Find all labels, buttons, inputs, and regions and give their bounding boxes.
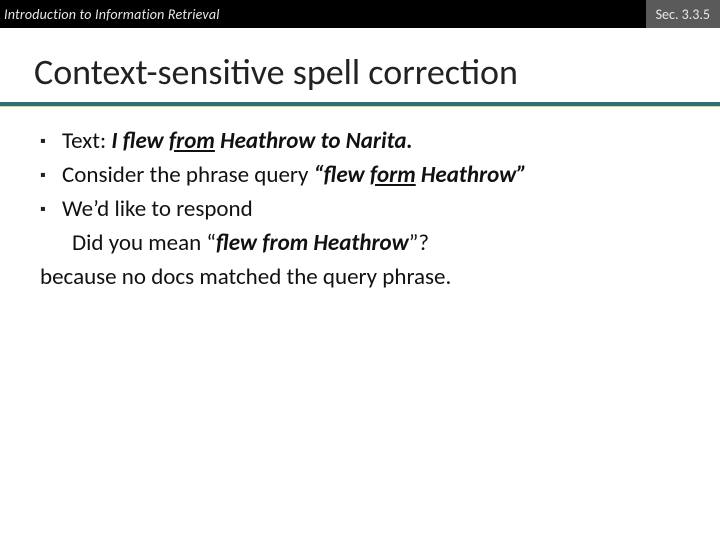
response-line: Did you mean “flew from Heathrow”? [40, 229, 680, 259]
course-title: Introduction to Information Retrieval [0, 6, 220, 23]
bullet-item: ▪ Consider the phrase query “flew form H… [40, 161, 680, 191]
text: ”? [409, 229, 429, 257]
bullet-item: ▪ Text: I flew from Heathrow to Narita. [40, 127, 680, 157]
text-italic-bold: I flew [111, 127, 169, 155]
text: Did you mean “ [72, 229, 216, 257]
bullet-marker: ▪ [40, 161, 62, 187]
bullet-text: We’d like to respond [62, 195, 680, 225]
bullet-marker: ▪ [40, 195, 62, 221]
bullet-text: Consider the phrase query “flew form Hea… [62, 161, 680, 191]
content-area: ▪ Text: I flew from Heathrow to Narita. … [0, 107, 720, 292]
text-italic-bold-underline: form [370, 161, 416, 189]
section-badge: Sec. 3.3.5 [646, 0, 720, 28]
text-italic-bold-underline: from [169, 127, 215, 155]
reason-line: because no docs matched the query phrase… [40, 263, 680, 293]
text-italic-bold: Heathrow” [416, 161, 527, 189]
text: Text: [62, 127, 111, 155]
header-bar: Introduction to Information Retrieval Se… [0, 0, 720, 28]
bullet-text: Text: I flew from Heathrow to Narita. [62, 127, 680, 157]
text-italic-bold: “flew [314, 161, 370, 189]
text-italic-bold: flew from Heathrow [216, 229, 409, 257]
text-italic-bold: Heathrow to Narita. [215, 127, 413, 155]
slide-title: Context-sensitive spell correction [0, 28, 720, 100]
bullet-item: ▪ We’d like to respond [40, 195, 680, 225]
bullet-marker: ▪ [40, 127, 62, 153]
text: Consider the phrase query [62, 161, 314, 189]
